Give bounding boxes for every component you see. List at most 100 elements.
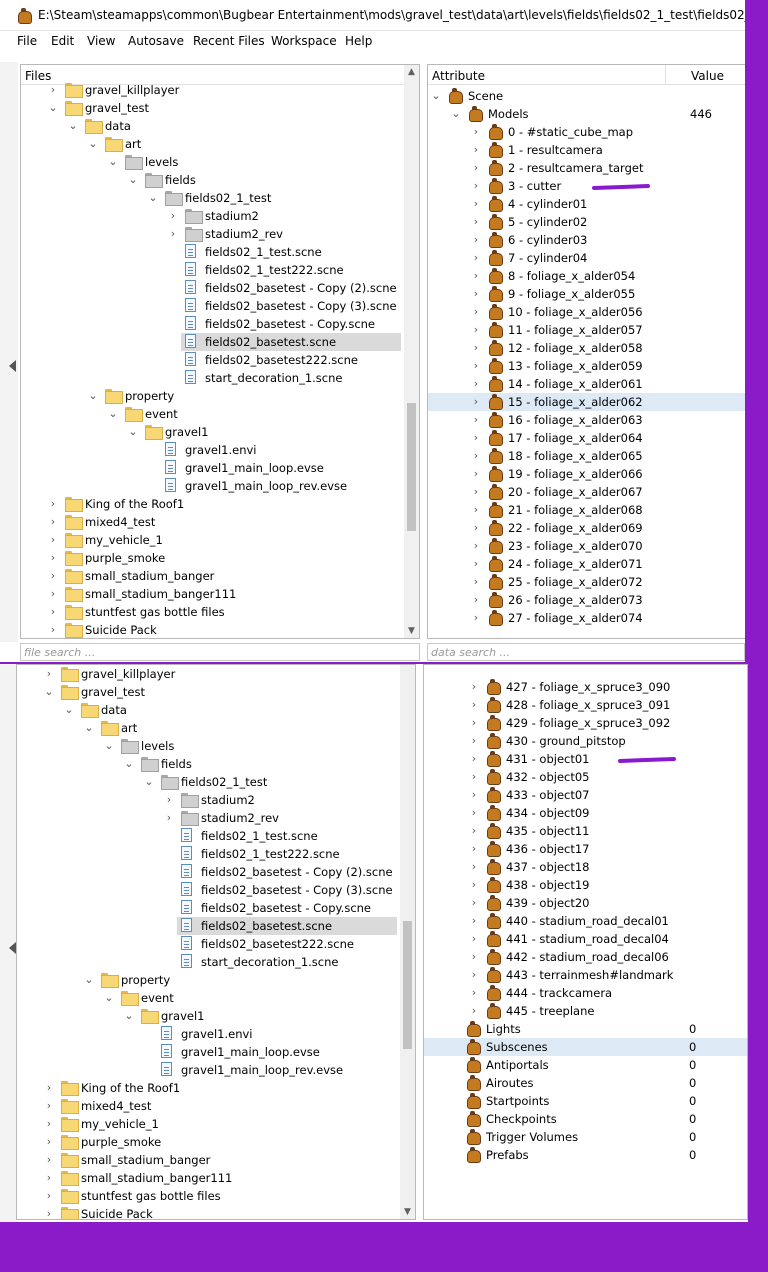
attribute-row[interactable]: › 6 - cylinder03 (428, 231, 745, 249)
expand-chevron-icon[interactable]: › (468, 841, 480, 857)
expand-chevron-icon[interactable]: › (43, 1170, 55, 1186)
expand-chevron-icon[interactable]: › (43, 1098, 55, 1114)
folder-row[interactable]: ⌄ data (21, 117, 403, 135)
expand-chevron-icon[interactable]: › (470, 160, 482, 176)
attribute-value[interactable]: 446 (690, 107, 712, 121)
attribute-row[interactable]: › 438 - object19 (424, 876, 747, 894)
attribute-row[interactable]: Subscenes 0 (424, 1038, 747, 1056)
file-row[interactable]: gravel1_main_loop.evse (21, 459, 403, 477)
attribute-row[interactable]: › 1 - resultcamera (428, 141, 745, 159)
expand-chevron-icon[interactable]: › (43, 1206, 55, 1219)
expand-chevron-icon[interactable]: › (468, 931, 480, 947)
collapse-left-icon[interactable] (9, 360, 16, 372)
attribute-row[interactable]: › 441 - stadium_road_decal04 (424, 930, 747, 948)
file-row[interactable]: fields02_basetest - Copy.scne (17, 899, 399, 917)
folder-row[interactable]: ⌄ gravel_test (21, 99, 403, 117)
attribute-value[interactable]: 0 (689, 1058, 696, 1072)
expand-chevron-icon[interactable]: › (470, 520, 482, 536)
attribute-row[interactable]: › 0 - #static_cube_map (428, 123, 745, 141)
expand-chevron-icon[interactable]: › (470, 340, 482, 356)
folder-row[interactable]: › stadium2 (21, 207, 403, 225)
expand-chevron-icon[interactable]: › (47, 550, 59, 566)
attribute-row[interactable]: ⌄ Models 446 (428, 105, 745, 123)
expand-chevron-icon[interactable]: › (43, 1152, 55, 1168)
expand-chevron-icon[interactable]: › (470, 358, 482, 374)
file-row[interactable]: fields02_1_test.scne (21, 243, 403, 261)
expand-chevron-icon[interactable]: › (468, 967, 480, 983)
value-column-header[interactable]: Value (691, 69, 724, 83)
expand-chevron-icon[interactable]: › (43, 1116, 55, 1132)
collapse-chevron-icon[interactable]: ⌄ (83, 720, 95, 736)
collapse-chevron-icon[interactable]: ⌄ (107, 406, 119, 422)
folder-row[interactable]: › my_vehicle_1 (21, 531, 403, 549)
folder-row[interactable]: ⌄ event (17, 989, 399, 1007)
folder-row[interactable]: › Suicide Pack (17, 1205, 399, 1219)
collapse-chevron-icon[interactable]: ⌄ (107, 154, 119, 170)
attribute-row[interactable]: › 14 - foliage_x_alder061 (428, 375, 745, 393)
expand-chevron-icon[interactable]: › (470, 610, 482, 626)
collapse-chevron-icon[interactable]: ⌄ (63, 702, 75, 718)
folder-row[interactable]: ⌄ gravel1 (17, 1007, 399, 1025)
attribute-row[interactable]: › 431 - object01 (424, 750, 747, 768)
attribute-row[interactable]: › 430 - ground_pitstop (424, 732, 747, 750)
expand-chevron-icon[interactable]: › (468, 697, 480, 713)
expand-chevron-icon[interactable]: › (470, 538, 482, 554)
expand-chevron-icon[interactable]: › (47, 496, 59, 512)
attribute-row[interactable]: › 17 - foliage_x_alder064 (428, 429, 745, 447)
files-scrollbar[interactable]: ▲ ▼ (404, 65, 419, 638)
attribute-row[interactable]: › 7 - cylinder04 (428, 249, 745, 267)
expand-chevron-icon[interactable]: › (47, 514, 59, 530)
attribute-row[interactable]: › 444 - trackcamera (424, 984, 747, 1002)
collapse-chevron-icon[interactable]: ⌄ (43, 684, 55, 700)
attribute-row[interactable]: › 10 - foliage_x_alder056 (428, 303, 745, 321)
file-row[interactable]: start_decoration_1.scne (21, 369, 403, 387)
attribute-row[interactable]: Prefabs 0 (424, 1146, 747, 1164)
expand-chevron-icon[interactable]: › (470, 502, 482, 518)
scroll-down-icon[interactable]: ▼ (404, 624, 419, 638)
expand-chevron-icon[interactable]: › (43, 1134, 55, 1150)
expand-chevron-icon[interactable]: › (47, 568, 59, 584)
attribute-row[interactable]: › 434 - object09 (424, 804, 747, 822)
folder-row[interactable]: › King of the Roof1 (21, 495, 403, 513)
expand-chevron-icon[interactable]: › (470, 556, 482, 572)
attribute-row[interactable]: › 19 - foliage_x_alder066 (428, 465, 745, 483)
expand-chevron-icon[interactable]: › (468, 679, 480, 695)
expand-chevron-icon[interactable]: › (468, 823, 480, 839)
attribute-row[interactable]: › 13 - foliage_x_alder059 (428, 357, 745, 375)
attribute-row[interactable]: › 427 - foliage_x_spruce3_090 (424, 678, 747, 696)
folder-row[interactable]: ⌄ levels (17, 737, 399, 755)
expand-chevron-icon[interactable]: › (43, 1080, 55, 1096)
attribute-row[interactable]: › 11 - foliage_x_alder057 (428, 321, 745, 339)
attribute-row[interactable]: › 2 - resultcamera_target (428, 159, 745, 177)
file-row[interactable]: fields02_basetest - Copy (3).scne (21, 297, 403, 315)
collapse-chevron-icon[interactable]: ⌄ (47, 100, 59, 116)
folder-row[interactable]: ⌄ fields (21, 171, 403, 189)
file-row[interactable]: fields02_basetest - Copy (2).scne (21, 279, 403, 297)
attribute-row[interactable]: Trigger Volumes 0 (424, 1128, 747, 1146)
expand-chevron-icon[interactable]: › (468, 751, 480, 767)
collapse-chevron-icon[interactable]: ⌄ (87, 136, 99, 152)
attribute-row[interactable]: ⌄ Scene (428, 87, 745, 105)
attribute-row[interactable]: › 16 - foliage_x_alder063 (428, 411, 745, 429)
folder-row[interactable]: ⌄ data (17, 701, 399, 719)
expand-chevron-icon[interactable]: › (468, 859, 480, 875)
menu-view[interactable]: View (87, 34, 115, 48)
attribute-value[interactable]: 0 (689, 1022, 696, 1036)
collapse-chevron-icon[interactable]: ⌄ (87, 388, 99, 404)
collapse-chevron-icon[interactable]: ⌄ (450, 106, 462, 122)
folder-row[interactable]: ⌄ fields02_1_test (21, 189, 403, 207)
attribute-row[interactable]: › 9 - foliage_x_alder055 (428, 285, 745, 303)
folder-row[interactable]: › stuntfest gas bottle files (17, 1187, 399, 1205)
attribute-value[interactable]: 0 (689, 1076, 696, 1090)
folder-row[interactable]: › stuntfest gas bottle files (21, 603, 403, 621)
scroll-down-icon-2[interactable]: ▼ (400, 1205, 415, 1219)
files-scrollbar-2[interactable]: ▼ (400, 665, 415, 1219)
menu-recent-files[interactable]: Recent Files (193, 34, 265, 48)
attribute-row[interactable]: › 27 - foliage_x_alder074 (428, 609, 745, 627)
attribute-row[interactable]: › 439 - object20 (424, 894, 747, 912)
attribute-row[interactable]: › 18 - foliage_x_alder065 (428, 447, 745, 465)
file-row[interactable]: fields02_1_test222.scne (21, 261, 403, 279)
attribute-row[interactable]: › 436 - object17 (424, 840, 747, 858)
folder-row[interactable]: ⌄ art (21, 135, 403, 153)
collapse-chevron-icon[interactable]: ⌄ (143, 774, 155, 790)
